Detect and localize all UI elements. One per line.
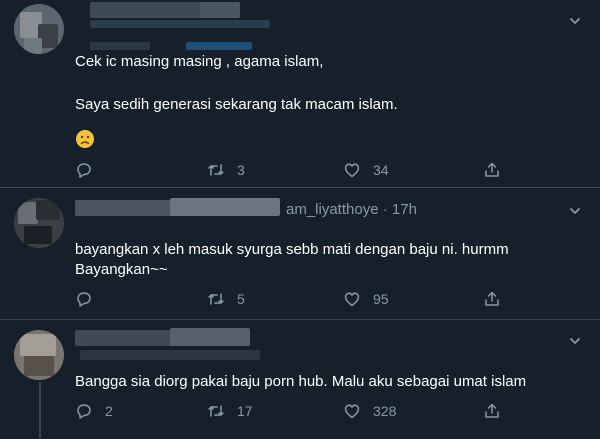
tweet-text-line: Bangga sia diorg pakai baju porn hub. Ma… — [75, 373, 527, 390]
tweet-2[interactable]: am_liyatthoye · 17h bayangkan x leh masu… — [0, 188, 600, 320]
retweet-icon — [207, 161, 225, 179]
like-button[interactable]: 95 — [343, 288, 389, 310]
tweet-1[interactable]: Cek ic masing masing , agama islam, Saya… — [0, 0, 600, 188]
retweet-button[interactable]: 3 — [207, 159, 245, 181]
chevron-down-icon[interactable] — [568, 204, 582, 218]
thread-line — [39, 382, 41, 438]
reply-button[interactable] — [75, 159, 105, 181]
user-handle-and-time[interactable]: am_liyatthoye · 17h — [286, 201, 417, 218]
tweet-actions: 3 34 — [75, 159, 505, 181]
chevron-down-icon[interactable] — [568, 14, 582, 28]
heart-icon — [343, 402, 361, 420]
retweet-count: 3 — [237, 162, 245, 178]
heart-icon — [343, 290, 361, 308]
avatar[interactable] — [14, 330, 64, 380]
tweet-3[interactable]: Bangga sia diorg pakai baju porn hub. Ma… — [0, 320, 600, 439]
chevron-down-icon[interactable] — [568, 334, 582, 348]
retweet-count: 17 — [237, 403, 253, 419]
tweet-text-line: Bayangkan~~ — [75, 261, 168, 278]
reply-button[interactable] — [75, 288, 105, 310]
reply-icon — [75, 402, 93, 420]
share-button[interactable] — [483, 400, 501, 422]
tweet-text-line: Cek ic masing masing , agama islam, — [75, 53, 324, 70]
avatar[interactable] — [14, 4, 64, 54]
like-button[interactable]: 328 — [343, 400, 396, 422]
reply-count: 2 — [105, 403, 113, 419]
retweet-count: 5 — [237, 291, 245, 307]
tweet-actions: 2 17 328 — [75, 400, 505, 422]
reply-icon — [75, 161, 93, 179]
share-button[interactable] — [483, 288, 501, 310]
heart-icon — [343, 161, 361, 179]
retweet-icon — [207, 402, 225, 420]
share-icon — [483, 290, 501, 308]
retweet-icon — [207, 290, 225, 308]
reply-button[interactable]: 2 — [75, 400, 113, 422]
retweet-button[interactable]: 17 — [207, 400, 253, 422]
reply-icon — [75, 290, 93, 308]
share-icon — [483, 402, 501, 420]
like-count: 34 — [373, 162, 389, 178]
tweet-text-line: Saya sedih generasi sekarang tak macam i… — [75, 96, 398, 113]
frowning-face-emoji — [75, 129, 95, 149]
retweet-button[interactable]: 5 — [207, 288, 245, 310]
like-count: 95 — [373, 291, 389, 307]
tweet-text-line: bayangkan x leh masuk syurga sebb mati d… — [75, 241, 509, 258]
share-icon — [483, 161, 501, 179]
like-button[interactable]: 34 — [343, 159, 389, 181]
avatar[interactable] — [14, 198, 64, 248]
tweet-actions: 5 95 — [75, 288, 505, 310]
share-button[interactable] — [483, 159, 501, 181]
like-count: 328 — [373, 403, 397, 419]
